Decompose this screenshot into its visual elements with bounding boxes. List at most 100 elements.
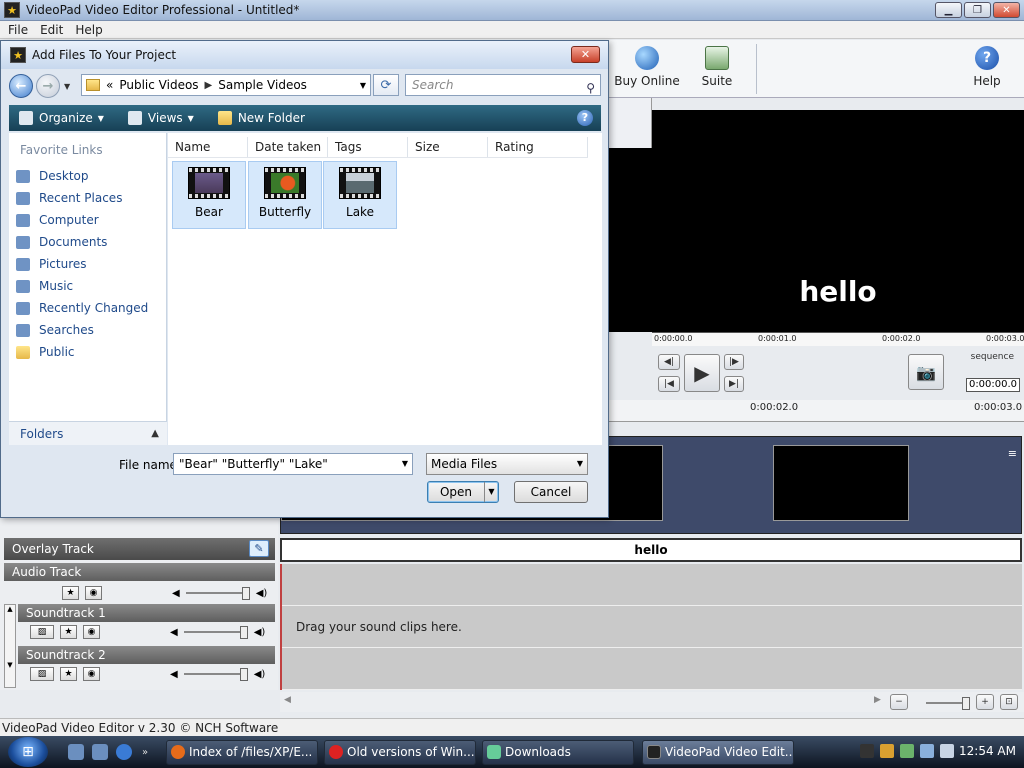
go-start-icon[interactable]: |◀ <box>658 376 680 392</box>
step-back-icon[interactable]: ◀| <box>658 354 680 370</box>
edit-text-icon[interactable]: ✎ <box>249 540 269 557</box>
security-shield-icon[interactable] <box>880 744 894 758</box>
task-downloads[interactable]: Downloads <box>482 740 634 765</box>
favorite-documents[interactable]: Documents <box>9 231 166 253</box>
scroll-right-icon[interactable]: ▶ <box>874 695 881 705</box>
maximize-button[interactable]: ❐ <box>964 2 991 18</box>
preview-ruler[interactable]: 0:00:00.0 0:00:01.0 0:00:02.0 0:00:03.0 <box>652 332 1024 346</box>
zoom-fit-icon[interactable]: ⊡ <box>1000 694 1018 710</box>
breadcrumb-sample-videos[interactable]: Sample Videos <box>218 78 307 92</box>
new-folder-button[interactable]: New Folder <box>217 111 305 125</box>
address-dropdown-icon[interactable]: ▼ <box>360 81 366 90</box>
menu-edit[interactable]: Edit <box>40 23 63 37</box>
star-icon[interactable]: ★ <box>60 667 77 681</box>
effects-icon[interactable]: ◉ <box>83 667 100 681</box>
videopad-icon <box>647 745 661 759</box>
volume-slider[interactable] <box>185 587 250 600</box>
mute-icon[interactable]: ▨ <box>30 625 54 639</box>
snapshot-camera-icon[interactable]: 📷 <box>908 354 944 390</box>
favorite-pictures[interactable]: Pictures <box>9 253 166 275</box>
views-button[interactable]: Views ▼ <box>127 111 194 125</box>
timeline-ruler[interactable]: 0:00:02.0 0:00:03.0 <box>608 400 1024 422</box>
effects-icon[interactable]: ◉ <box>85 586 102 600</box>
mute-icon[interactable]: ▨ <box>30 667 54 681</box>
search-input[interactable]: Search ⚲ <box>405 74 601 96</box>
task-videopad[interactable]: VideoPad Video Edit... <box>642 740 794 765</box>
refresh-icon[interactable]: ⟳ <box>373 74 399 96</box>
cancel-button[interactable]: Cancel <box>514 481 588 503</box>
zoom-out-icon[interactable]: − <box>890 694 908 710</box>
volume-slider[interactable] <box>183 668 248 681</box>
go-end-icon[interactable]: ▶| <box>724 376 744 392</box>
column-rating[interactable]: Rating <box>488 137 588 157</box>
chevron-down-icon[interactable]: ▼ <box>402 454 408 474</box>
favorite-computer[interactable]: Computer <box>9 209 166 231</box>
chevron-down-icon[interactable]: ▼ <box>577 454 583 474</box>
start-button[interactable]: ⊞ <box>8 737 48 767</box>
volume-icon[interactable] <box>940 744 954 758</box>
address-overflow-chevron[interactable]: « <box>106 78 113 92</box>
switch-windows-icon[interactable] <box>92 744 108 760</box>
breadcrumb-separator-icon[interactable]: ▶ <box>205 80 213 91</box>
help-button[interactable]: ? Help <box>970 46 1004 88</box>
search-icon[interactable]: ⚲ <box>586 78 595 98</box>
star-icon[interactable]: ★ <box>60 625 77 639</box>
organize-button[interactable]: Organize ▼ <box>19 111 104 125</box>
step-forward-icon[interactable]: |▶ <box>724 354 744 370</box>
volume-low-icon: ◀ <box>172 587 180 599</box>
clock[interactable]: 12:54 AM <box>959 744 1016 758</box>
overlay-track-header: Overlay Track ✎ <box>4 538 275 560</box>
open-button[interactable]: Open ▼ <box>427 481 499 503</box>
overlay-track-clip[interactable]: hello <box>280 538 1022 562</box>
column-tags[interactable]: Tags <box>328 137 408 157</box>
file-type-select[interactable]: Media Files ▼ <box>426 453 588 475</box>
task-firefox[interactable]: Index of /files/XP/E... <box>166 740 318 765</box>
file-item-butterfly[interactable]: Butterfly <box>248 161 322 229</box>
buy-online-button[interactable]: Buy Online <box>614 46 680 88</box>
effects-icon[interactable]: ◉ <box>83 625 100 639</box>
track-scrollbar[interactable]: ▲ ▼ <box>4 604 16 688</box>
zoom-in-icon[interactable]: + <box>976 694 994 710</box>
show-desktop-icon[interactable] <box>68 744 84 760</box>
help-icon[interactable]: ? <box>577 110 593 126</box>
quicklaunch-more-icon[interactable]: » <box>142 747 148 758</box>
column-date-taken[interactable]: Date taken <box>248 137 328 157</box>
play-button[interactable]: ▶ <box>684 354 720 392</box>
file-name-combobox[interactable]: "Bear" "Butterfly" "Lake" ▼ <box>173 453 413 475</box>
close-button[interactable]: ✕ <box>993 2 1020 18</box>
favorite-recent-places[interactable]: Recent Places <box>9 187 166 209</box>
breadcrumb-public-videos[interactable]: Public Videos <box>119 78 198 92</box>
forward-arrow-icon[interactable]: → <box>36 74 60 98</box>
menu-file[interactable]: File <box>8 23 28 37</box>
task-opera[interactable]: Old versions of Win... <box>324 740 476 765</box>
video-clip[interactable] <box>773 445 909 521</box>
menu-help[interactable]: Help <box>75 23 102 37</box>
file-item-lake[interactable]: Lake <box>323 161 397 229</box>
favorite-recently-changed[interactable]: Recently Changed <box>9 297 166 319</box>
tray-app-icon[interactable] <box>900 744 914 758</box>
favorite-desktop[interactable]: Desktop <box>9 165 166 187</box>
volume-slider[interactable] <box>183 626 248 639</box>
address-bar[interactable]: « Public Videos ▶ Sample Videos ▼ <box>81 74 371 96</box>
column-size[interactable]: Size <box>408 137 488 157</box>
back-arrow-icon[interactable]: ← <box>9 74 33 98</box>
internet-explorer-icon[interactable] <box>116 744 132 760</box>
open-dropdown-icon[interactable]: ▼ <box>484 482 498 502</box>
videopad-tray-icon[interactable] <box>860 744 874 758</box>
zoom-slider[interactable] <box>926 697 970 710</box>
folders-toggle[interactable]: Folders ▲ <box>9 421 167 445</box>
minimize-button[interactable]: ▁ <box>935 2 962 18</box>
file-item-bear[interactable]: Bear <box>172 161 246 229</box>
network-icon[interactable] <box>920 744 934 758</box>
favorite-music[interactable]: Music <box>9 275 166 297</box>
star-icon[interactable]: ★ <box>62 586 79 600</box>
favorite-searches[interactable]: Searches <box>9 319 166 341</box>
suite-button[interactable]: Suite <box>698 46 736 88</box>
audio-track-area[interactable]: Drag your sound clips here. <box>280 564 1022 690</box>
dialog-close-button[interactable]: ✕ <box>571 46 600 63</box>
favorite-public[interactable]: Public <box>9 341 166 363</box>
track-menu-icon[interactable]: ≡ <box>1008 447 1017 460</box>
column-name[interactable]: Name <box>168 137 248 157</box>
scroll-left-icon[interactable]: ◀ <box>284 695 291 705</box>
recent-pages-dropdown-icon[interactable]: ▼ <box>64 82 70 91</box>
